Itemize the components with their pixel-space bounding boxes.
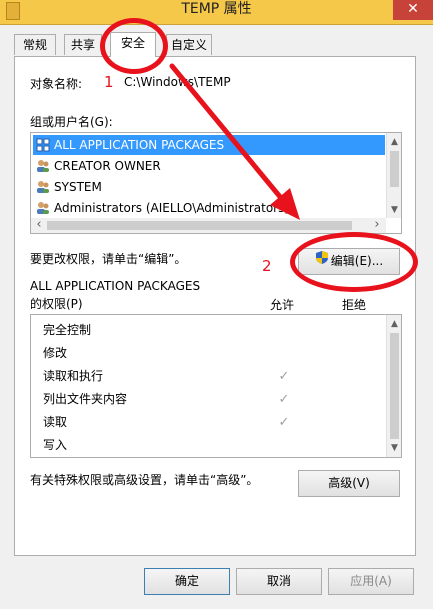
annotation-arrow-icon [169,63,300,220]
tab-security[interactable]: 安全 [110,32,156,57]
